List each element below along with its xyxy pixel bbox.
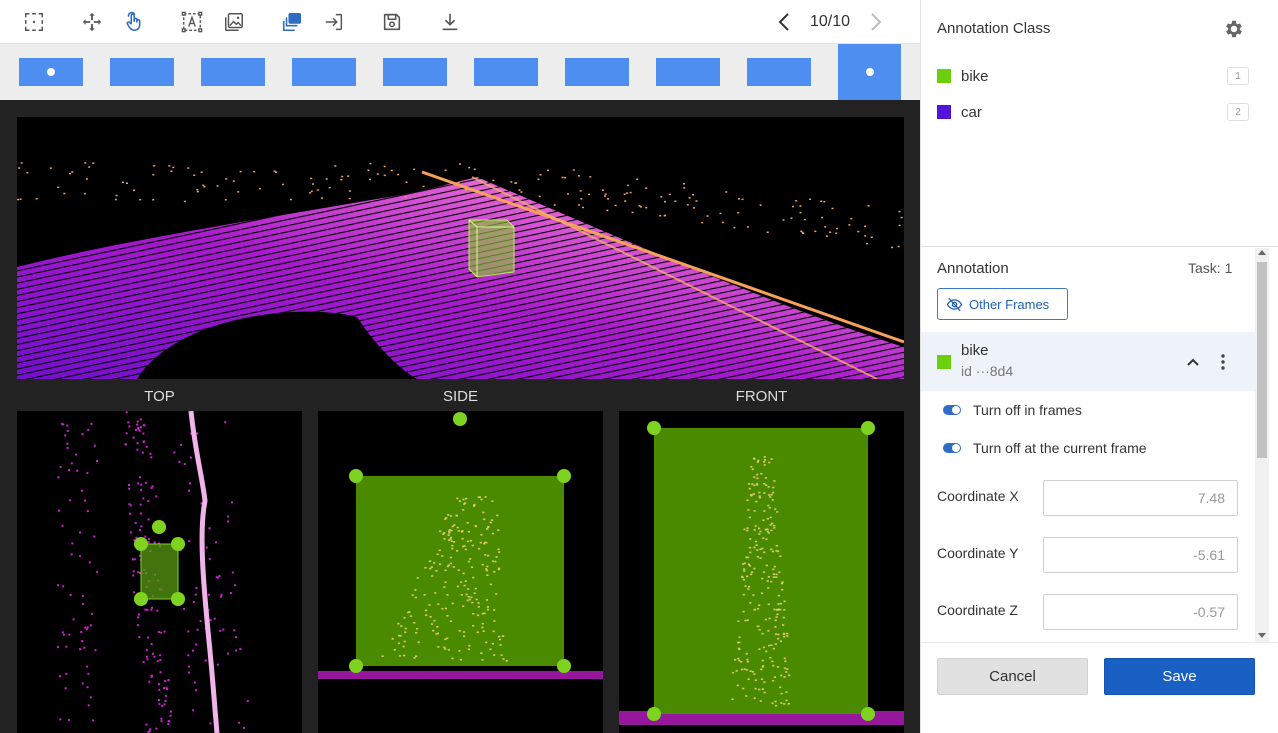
side-view-label: SIDE <box>442 388 478 405</box>
eye-off-icon <box>946 297 963 311</box>
save-disk-icon[interactable] <box>377 7 407 37</box>
turn-off-current-frame-toggle[interactable] <box>943 443 961 453</box>
frame-navigator: 10/10 <box>770 7 890 37</box>
frame-counter: 10/10 <box>809 13 851 30</box>
top-view[interactable] <box>17 411 302 733</box>
scroll-thumb[interactable] <box>1257 262 1267 458</box>
next-frame-button[interactable] <box>862 7 890 37</box>
coordinate-x-label: Coordinate X <box>937 488 1019 504</box>
chevron-right-icon <box>871 13 882 31</box>
task-label: Task: 1 <box>1188 260 1233 276</box>
panel-divider <box>921 246 1278 247</box>
timeline-frame-4[interactable] <box>292 58 356 86</box>
coordinate-y-row: Coordinate Y <box>937 537 1239 573</box>
touch-pointer-icon[interactable] <box>119 7 149 37</box>
turn-off-in-frames-toggle[interactable] <box>943 405 961 415</box>
move-icon[interactable] <box>77 7 107 37</box>
coordinate-z-input[interactable] <box>1043 594 1238 630</box>
toggle-label: Turn off in frames <box>973 402 1082 418</box>
timeline-frame-9[interactable] <box>747 58 811 86</box>
select-region-icon[interactable] <box>19 7 49 37</box>
bike-3d-box[interactable] <box>468 219 515 278</box>
front-view-label: FRONT <box>735 388 788 405</box>
other-frames-button[interactable]: Other Frames <box>937 288 1068 320</box>
coordinate-z-row: Coordinate Z <box>937 594 1239 630</box>
timeline-frame-3[interactable] <box>201 58 265 86</box>
class-item-car[interactable]: car 2 <box>937 100 1249 124</box>
scroll-down-arrow-icon[interactable] <box>1258 633 1266 638</box>
annotation-item-id: id ···8d4 <box>961 363 1014 379</box>
class-hotkey: 1 <box>1227 67 1249 85</box>
toolbar: 10/10 <box>0 0 920 44</box>
export-arrow-icon[interactable] <box>319 7 349 37</box>
class-color-swatch <box>937 105 951 119</box>
toggle-label: Turn off at the current frame <box>973 440 1147 456</box>
point-cloud-viewport[interactable]: TOP SIDE FRONT <box>0 100 920 733</box>
class-name: bike <box>961 67 989 85</box>
more-vertical-icon[interactable] <box>1213 352 1233 372</box>
coordinate-x-input[interactable] <box>1043 480 1238 516</box>
annotation-marker <box>47 68 55 76</box>
cancel-button[interactable]: Cancel <box>937 658 1088 695</box>
annotation-scrollbar[interactable] <box>1255 248 1269 642</box>
timeline-frame-10[interactable] <box>838 44 901 100</box>
chevron-up-icon[interactable] <box>1183 352 1203 372</box>
class-item-bike[interactable]: bike 1 <box>937 64 1249 88</box>
coordinate-y-label: Coordinate Y <box>937 545 1019 561</box>
text-annotation-icon[interactable] <box>177 7 207 37</box>
timeline-frame-1[interactable] <box>19 58 83 86</box>
toggle-row-frames: Turn off in frames <box>943 399 1082 421</box>
class-color-swatch <box>937 69 951 83</box>
download-icon[interactable] <box>435 7 465 37</box>
scroll-up-arrow-icon[interactable] <box>1258 250 1266 255</box>
previous-frame-button[interactable] <box>770 7 798 37</box>
timeline-frame-6[interactable] <box>474 58 538 86</box>
coordinate-x-row: Coordinate X <box>937 480 1239 516</box>
top-view-label: TOP <box>144 388 175 405</box>
editor-area: 10/10 TOP SIDE FRONT <box>0 0 920 733</box>
bike-side-box[interactable] <box>356 476 564 666</box>
coordinate-y-input[interactable] <box>1043 537 1238 573</box>
panel-footer: Cancel Save <box>921 642 1278 733</box>
gear-icon[interactable] <box>1223 18 1245 40</box>
coordinate-z-label: Coordinate Z <box>937 602 1018 618</box>
toggle-row-current-frame: Turn off at the current frame <box>943 437 1147 459</box>
perspective-view[interactable] <box>17 117 904 379</box>
image-icon[interactable] <box>219 7 249 37</box>
annotation-title: Annotation <box>937 260 1009 277</box>
class-name: car <box>961 103 982 121</box>
side-panel: Annotation Class bike 1 car 2 Annotation… <box>920 0 1278 733</box>
bike-front-box[interactable] <box>654 428 868 714</box>
timeline-frame-2[interactable] <box>110 58 174 86</box>
timeline-frame-7[interactable] <box>565 58 629 86</box>
annotation-app: 10/10 TOP SIDE FRONT Annotation Class bi… <box>0 0 1278 733</box>
annotation-class-title: Annotation Class <box>937 20 1051 37</box>
side-view[interactable] <box>318 411 603 733</box>
chevron-left-icon <box>778 13 789 31</box>
frame-timeline <box>0 44 920 100</box>
bike-top-box[interactable] <box>140 543 179 600</box>
annotation-item-name: bike <box>961 342 989 359</box>
timeline-frame-8[interactable] <box>656 58 720 86</box>
annotation-item-bike[interactable]: bike id ···8d4 <box>921 332 1255 391</box>
save-button[interactable]: Save <box>1104 658 1255 695</box>
class-hotkey: 2 <box>1227 103 1249 121</box>
other-frames-label: Other Frames <box>969 296 1050 312</box>
timeline-frame-5[interactable] <box>383 58 447 86</box>
annotation-color-swatch <box>937 355 951 369</box>
layers-icon[interactable] <box>277 7 307 37</box>
annotation-marker <box>865 68 874 76</box>
front-view[interactable] <box>619 411 904 733</box>
